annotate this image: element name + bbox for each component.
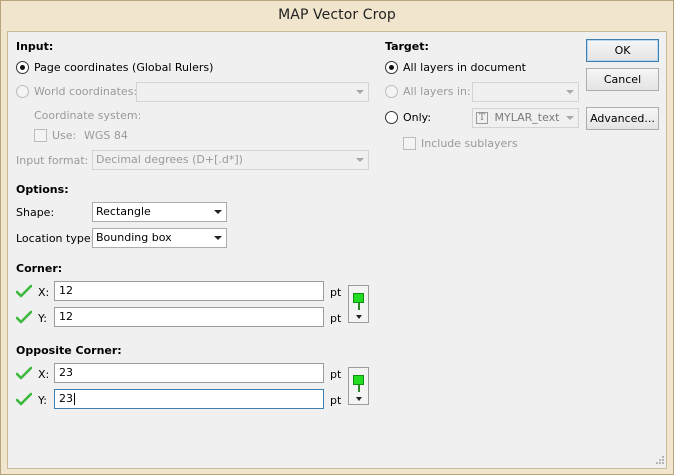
window-title: MAP Vector Crop (278, 7, 396, 23)
all-layers-document-label[interactable]: All layers in document (403, 61, 526, 74)
chevron-down-icon (214, 236, 222, 240)
corner-pick-button[interactable] (348, 285, 369, 323)
world-coordinates-select[interactable] (136, 82, 369, 102)
include-sublayers-label[interactable]: Include sublayers (421, 137, 518, 150)
corner-y-value: 12 (59, 310, 73, 323)
chevron-down-icon (356, 90, 364, 94)
chevron-down-icon (566, 90, 574, 94)
chevron-down-icon (356, 158, 364, 162)
corner-x-label: X: (38, 286, 50, 299)
resize-grip-icon[interactable] (653, 455, 665, 467)
shape-select[interactable]: Rectangle (92, 202, 227, 222)
only-layer-radio[interactable] (385, 111, 398, 124)
target-heading: Target: (385, 40, 429, 53)
opposite-x-input[interactable]: 23 (54, 363, 324, 383)
corner-y-unit: pt (330, 312, 342, 325)
green-pin-icon (353, 293, 364, 303)
include-sublayers-checkbox[interactable] (403, 137, 416, 150)
coordinate-system-value: WGS 84 (84, 129, 128, 142)
opposite-corner-heading: Opposite Corner: (16, 344, 122, 357)
corner-x-input[interactable]: 12 (54, 281, 324, 301)
advanced-button[interactable]: Advanced... (586, 107, 659, 130)
input-format-value: Decimal degrees (D+[.d*]) (96, 153, 243, 166)
options-heading: Options: (16, 183, 69, 196)
world-coordinates-label[interactable]: World coordinates: (34, 85, 137, 98)
only-layer-value: MYLAR_text (494, 111, 560, 124)
all-layers-in-select[interactable] (472, 82, 579, 102)
only-label[interactable]: Only: (403, 111, 431, 124)
text-caret (74, 393, 75, 405)
valid-check-icon (16, 310, 32, 324)
chevron-down-icon (356, 315, 362, 319)
shape-label: Shape: (16, 206, 55, 219)
opposite-corner-pick-button[interactable] (348, 367, 369, 405)
text-layer-icon: T (476, 112, 488, 124)
corner-heading: Corner: (16, 262, 63, 275)
input-heading: Input: (16, 40, 54, 53)
corner-y-label: Y: (38, 312, 47, 325)
valid-check-icon (16, 392, 32, 406)
location-type-select[interactable]: Bounding box (92, 228, 227, 248)
coordinate-system-label: Coordinate system: (34, 109, 142, 122)
valid-check-icon (16, 366, 32, 380)
dialog-content: Input: Page coordinates (Global Rulers) … (7, 31, 667, 469)
input-format-select[interactable]: Decimal degrees (D+[.d*]) (92, 150, 369, 170)
all-layers-in-label[interactable]: All layers in: (403, 85, 471, 98)
opposite-y-unit: pt (330, 394, 342, 407)
chevron-down-icon (214, 210, 222, 214)
chevron-down-icon (356, 397, 362, 401)
page-coordinates-label[interactable]: Page coordinates (Global Rulers) (34, 61, 213, 74)
corner-x-value: 12 (59, 284, 73, 297)
opposite-y-label: Y: (38, 394, 47, 407)
all-layers-document-radio[interactable] (385, 61, 398, 74)
title-bar[interactable]: MAP Vector Crop (1, 1, 673, 31)
corner-x-unit: pt (330, 286, 342, 299)
location-type-label: Location type: (16, 232, 95, 245)
all-layers-in-radio[interactable] (385, 85, 398, 98)
valid-check-icon (16, 284, 32, 298)
opposite-y-value: 23 (59, 392, 73, 405)
ok-button[interactable]: OK (586, 39, 659, 62)
opposite-x-value: 23 (59, 366, 73, 379)
world-coordinates-radio[interactable] (16, 85, 29, 98)
input-format-label: Input format: (16, 154, 89, 167)
opposite-x-unit: pt (330, 368, 342, 381)
cancel-button[interactable]: Cancel (586, 68, 659, 91)
location-type-value: Bounding box (96, 231, 172, 244)
dialog-window: MAP Vector Crop Input: Page coordinates … (0, 0, 674, 475)
use-label[interactable]: Use: (52, 129, 76, 142)
shape-value: Rectangle (96, 205, 151, 218)
green-pin-icon (353, 375, 364, 385)
use-coordinate-system-checkbox[interactable] (34, 129, 47, 142)
corner-y-input[interactable]: 12 (54, 307, 324, 327)
opposite-y-input[interactable]: 23 (54, 389, 324, 409)
chevron-down-icon (566, 116, 574, 120)
page-coordinates-radio[interactable] (16, 61, 29, 74)
opposite-x-label: X: (38, 368, 50, 381)
only-layer-select[interactable]: T MYLAR_text (472, 108, 579, 128)
